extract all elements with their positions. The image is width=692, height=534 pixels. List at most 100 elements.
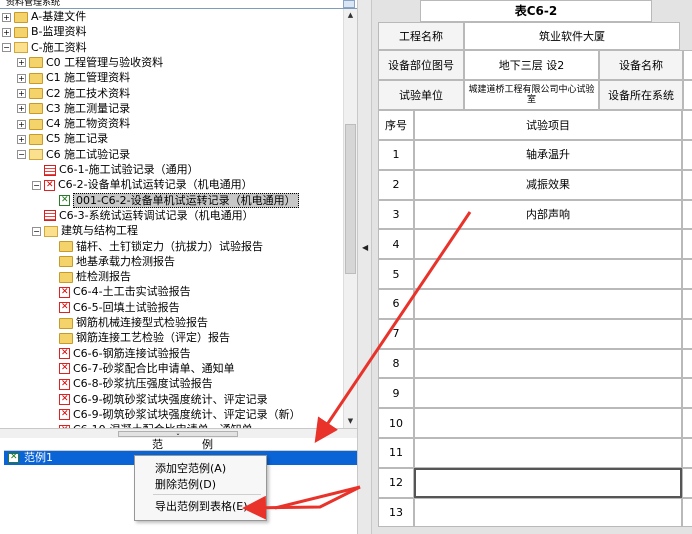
folder-icon [59, 317, 73, 329]
expand-icon[interactable]: + [17, 58, 26, 68]
tree-item[interactable]: − C6-2-设备单机试运转记录（机电通用） [32, 177, 253, 193]
system-combo[interactable]: 资料管理系统 [0, 0, 357, 9]
tree-item[interactable]: C6-6-钢筋连接试验报告 [47, 346, 191, 361]
row-test-item[interactable] [414, 408, 682, 438]
menu-separator [153, 494, 261, 495]
row-result[interactable] [682, 140, 692, 170]
tree-item[interactable]: − C-施工资料 [2, 40, 87, 55]
menu-item-export-example[interactable]: 导出范例到表格(E) [155, 499, 248, 515]
row-result[interactable] [682, 259, 692, 289]
expand-icon[interactable]: + [17, 104, 26, 114]
expand-icon[interactable]: + [17, 119, 26, 129]
tree-item[interactable]: − C6 施工试验记录 [17, 147, 130, 162]
folder-icon [29, 72, 43, 84]
expand-icon[interactable]: + [2, 12, 11, 22]
collapse-left-icon[interactable]: ◀ [362, 243, 368, 252]
tree-item[interactable]: 桩检测报告 [47, 269, 131, 284]
tree-item-label: A-基建文件 [31, 10, 87, 23]
collapse-icon[interactable]: − [2, 43, 11, 53]
tree-item-label: 钢筋连接工艺检验（评定）报告 [76, 331, 230, 345]
tree-item[interactable]: + C5 施工记录 [17, 131, 108, 146]
item-header: 试验项目 [414, 110, 682, 140]
tree-vertical-scrollbar[interactable]: ▲ ▼ [343, 9, 357, 428]
row-result[interactable] [682, 497, 692, 528]
tree-item[interactable]: + C3 施工测量记录 [17, 101, 130, 116]
row-test-item[interactable] [414, 497, 682, 528]
tree-item[interactable]: + C2 施工技术资料 [17, 86, 130, 101]
expand-icon[interactable]: + [2, 27, 11, 37]
tree-item[interactable]: 钢筋机械连接型式检验报告 [47, 315, 208, 330]
menu-item-add-example[interactable]: 添加空范例(A) [155, 461, 226, 477]
row-result[interactable] [682, 467, 692, 498]
horizontal-splitter[interactable]: ⌄ [0, 428, 357, 438]
folder-open-icon [44, 225, 58, 237]
system-value[interactable] [683, 80, 692, 110]
row-number: 5 [378, 259, 414, 289]
location-value[interactable]: 地下三层 设2 [464, 50, 599, 80]
collapse-icon[interactable]: − [17, 150, 26, 160]
row-result[interactable] [682, 378, 692, 409]
red-doc-icon [44, 178, 55, 193]
row-test-item[interactable] [414, 467, 682, 498]
tree-item[interactable]: − 建筑与结构工程 [32, 223, 138, 238]
tree-item[interactable]: + C0 工程管理与验收资料 [17, 55, 163, 70]
row-test-item[interactable] [414, 378, 682, 409]
row-test-item[interactable] [414, 259, 682, 289]
device-name-value[interactable] [683, 50, 692, 80]
tree-item[interactable]: C6-8-砂浆抗压强度试验报告 [47, 376, 213, 392]
resource-tree[interactable]: + A-基建文件 + B-监理资料 − C-施工资料 + C0 工程管理与验收资料 + C1 施工… [0, 9, 343, 428]
row-result[interactable] [682, 408, 692, 438]
menu-item-delete-example[interactable]: 删除范例(D) [155, 477, 216, 493]
tree-item[interactable]: 001-C6-2-设备单机试运转记录（机电通用） [47, 192, 299, 208]
row-test-item[interactable] [414, 289, 682, 319]
tree-item[interactable]: C6-1-施工试验记录（通用） [32, 162, 199, 177]
row-result[interactable] [682, 348, 692, 379]
scroll-down-icon[interactable]: ▼ [344, 415, 357, 428]
row-test-item[interactable] [414, 348, 682, 379]
splitter-grip-icon[interactable]: ⌄ [118, 431, 238, 437]
tree-item[interactable]: C6-9-砌筑砂浆试块强度统计、评定记录 [47, 392, 268, 407]
red-doc-icon [59, 346, 70, 361]
row-test-item[interactable]: 内部声响 [414, 199, 682, 230]
test-unit-value[interactable]: 城建道桥工程有限公司中心试验室 [464, 80, 599, 110]
tree-item[interactable]: 地基承载力检测报告 [47, 254, 175, 269]
row-test-item[interactable]: 轴承温升 [414, 140, 682, 170]
folder-icon [14, 26, 28, 38]
tree-item[interactable]: + A-基建文件 [2, 9, 86, 24]
row-result[interactable] [682, 289, 692, 319]
row-result[interactable] [682, 169, 692, 200]
tree-item[interactable]: C6-5-回填土试验报告 [47, 300, 180, 315]
row-result[interactable] [682, 318, 692, 349]
project-name-value[interactable]: 筑业软件大厦 [464, 22, 680, 50]
tree-item-label: 钢筋机械连接型式检验报告 [76, 316, 208, 329]
row-test-item[interactable] [414, 318, 682, 349]
row-result[interactable] [682, 199, 692, 230]
scroll-up-icon[interactable]: ▲ [344, 9, 357, 22]
row-test-item[interactable] [414, 229, 682, 260]
expand-icon[interactable]: + [17, 89, 26, 98]
combo-dropdown-button[interactable] [343, 0, 355, 8]
tree-item[interactable]: C6-7-砂浆配合比申请单、通知单 [47, 361, 235, 376]
row-number: 7 [378, 318, 414, 349]
tree-item[interactable]: C6-3-系统试运转调试记录（机电通用） [32, 208, 254, 223]
tree-item[interactable]: + B-监理资料 [2, 24, 87, 39]
tree-item[interactable]: + C1 施工管理资料 [17, 70, 130, 85]
row-test-item[interactable]: 减振效果 [414, 169, 682, 200]
tree-item[interactable]: C6-4-土工击实试验报告 [47, 284, 191, 300]
scroll-thumb[interactable] [345, 124, 356, 274]
tree-item[interactable]: 锚杆、土钉锁定力（抗拔力）试验报告 [47, 239, 263, 254]
tree-item[interactable]: 钢筋连接工艺检验（评定）报告 [47, 330, 230, 345]
tree-item-label: 地基承载力检测报告 [76, 254, 175, 268]
tree-item[interactable]: + C4 施工物资资料 [17, 116, 130, 131]
collapse-icon[interactable]: − [32, 226, 41, 236]
expand-icon[interactable]: + [17, 134, 26, 144]
examples-header-col1: 范 [152, 438, 163, 451]
collapse-icon[interactable]: − [32, 180, 41, 190]
tree-item-label: C3 施工测量记录 [46, 101, 131, 115]
row-test-item[interactable] [414, 438, 682, 468]
row-result[interactable] [682, 438, 692, 468]
vertical-splitter[interactable]: ◀ [357, 0, 372, 534]
expand-icon[interactable]: + [17, 73, 26, 83]
row-result[interactable] [682, 229, 692, 260]
tree-item[interactable]: C6-9-砌筑砂浆试块强度统计、评定记录（新） [47, 407, 301, 422]
